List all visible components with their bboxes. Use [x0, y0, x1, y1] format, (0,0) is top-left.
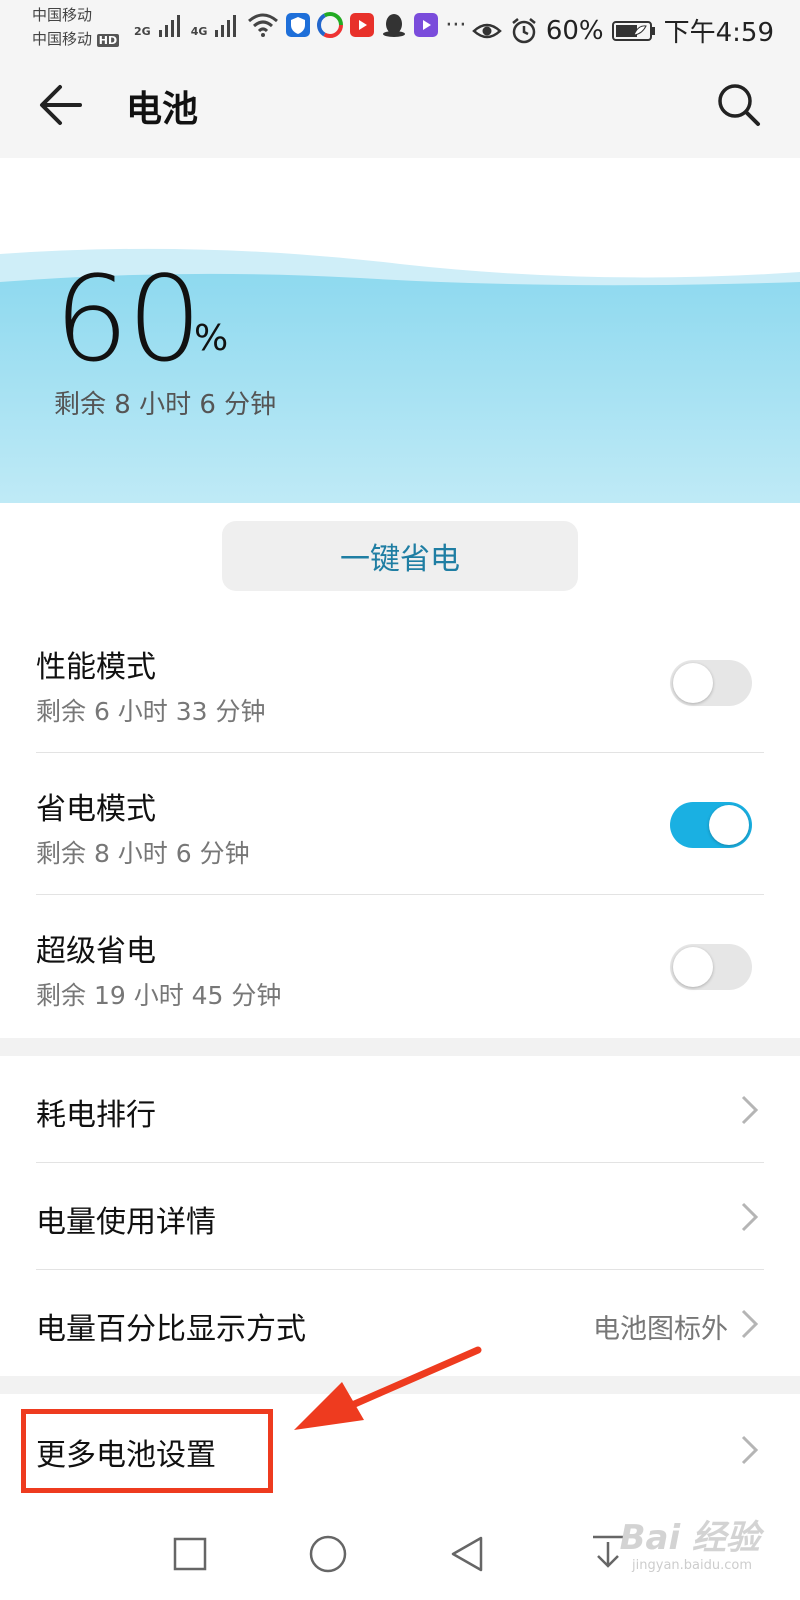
mode-subtitle: 剩余 19 小时 45 分钟 — [36, 981, 282, 1010]
chevron-right-icon — [741, 1095, 759, 1125]
status-right: 60% 下午4:59 — [471, 12, 774, 49]
highlight-box — [21, 1409, 273, 1493]
chevron-right-icon — [741, 1202, 759, 1232]
mode-title: 性能模式 — [36, 650, 156, 685]
video-app-icon — [350, 13, 375, 37]
wifi-icon — [248, 13, 279, 37]
net-4g-label: 4G — [190, 25, 208, 38]
menu-title: 电量百分比显示方式 — [36, 1312, 306, 1347]
carrier-2: 中国移动 HD — [32, 30, 120, 50]
color-app-icon — [317, 12, 344, 38]
toggle-knob — [673, 663, 713, 703]
chevron-right-icon — [741, 1435, 759, 1465]
app-header — [0, 56, 800, 158]
power-saving-mode-toggle[interactable] — [670, 802, 752, 848]
recent-apps-icon[interactable] — [172, 1536, 208, 1572]
battery-percent-sign: % — [194, 318, 229, 359]
divider — [36, 752, 764, 753]
hd-badge: HD — [96, 34, 120, 47]
battery-icon — [611, 20, 655, 41]
divider — [36, 894, 764, 895]
mode-row-performance[interactable]: 性能模式 剩余 6 小时 33 分钟 — [0, 618, 800, 758]
media-app-icon — [414, 13, 439, 37]
menu-title: 耗电排行 — [36, 1098, 156, 1133]
battery-remaining-time: 剩余 8 小时 6 分钟 — [54, 390, 277, 420]
menu-row-usage-details[interactable]: 电量使用详情 — [0, 1163, 800, 1269]
page-title: 电池 — [126, 89, 199, 130]
search-icon[interactable] — [716, 82, 762, 128]
back-nav-icon[interactable] — [448, 1534, 486, 1574]
annotation-arrow-icon — [294, 1346, 482, 1430]
carrier-1: 中国移动 — [32, 6, 93, 24]
carrier-2-label: 中国移动 — [32, 30, 93, 48]
performance-mode-toggle[interactable] — [670, 660, 752, 706]
watermark-url: jingyan.baidu.com — [632, 1558, 752, 1573]
mode-row-ultra-saving[interactable]: 超级省电 剩余 19 小时 45 分钟 — [0, 902, 800, 1038]
status-time: 下午4:59 — [663, 18, 774, 48]
signal-icon — [158, 15, 180, 37]
mode-row-power-saving[interactable]: 省电模式 剩余 8 小时 6 分钟 — [0, 760, 800, 900]
eye-icon — [471, 23, 502, 38]
battery-percent-status: 60% — [545, 15, 604, 46]
signal-group: 2G 4G ··· — [134, 12, 466, 38]
mode-subtitle: 剩余 6 小时 33 分钟 — [36, 697, 266, 726]
shield-app-icon — [286, 13, 311, 37]
percentage-display-value: 电池图标外 — [593, 1314, 728, 1345]
net-2g-label: 2G — [134, 25, 151, 38]
alarm-icon — [512, 17, 536, 43]
toggle-knob — [673, 947, 713, 987]
more-notifications-icon: ··· — [445, 13, 467, 38]
chevron-right-icon — [741, 1309, 759, 1339]
mode-title: 超级省电 — [36, 934, 156, 969]
section-gap — [0, 1038, 800, 1056]
toggle-knob — [709, 805, 749, 845]
home-icon[interactable] — [308, 1534, 348, 1574]
signal-icon — [215, 15, 237, 37]
menu-title: 电量使用详情 — [36, 1205, 216, 1240]
back-arrow-icon[interactable] — [38, 82, 84, 128]
mode-subtitle: 剩余 8 小时 6 分钟 — [36, 839, 250, 868]
one-key-save-button[interactable]: 一键省电 — [222, 521, 578, 591]
mode-title: 省电模式 — [36, 792, 156, 827]
qq-icon — [383, 14, 406, 37]
menu-row-power-ranking[interactable]: 耗电排行 — [0, 1056, 800, 1162]
watermark: Bai 经验 — [619, 1518, 760, 1558]
battery-percent-large: 60 — [54, 250, 202, 388]
ultra-saving-mode-toggle[interactable] — [670, 944, 752, 990]
